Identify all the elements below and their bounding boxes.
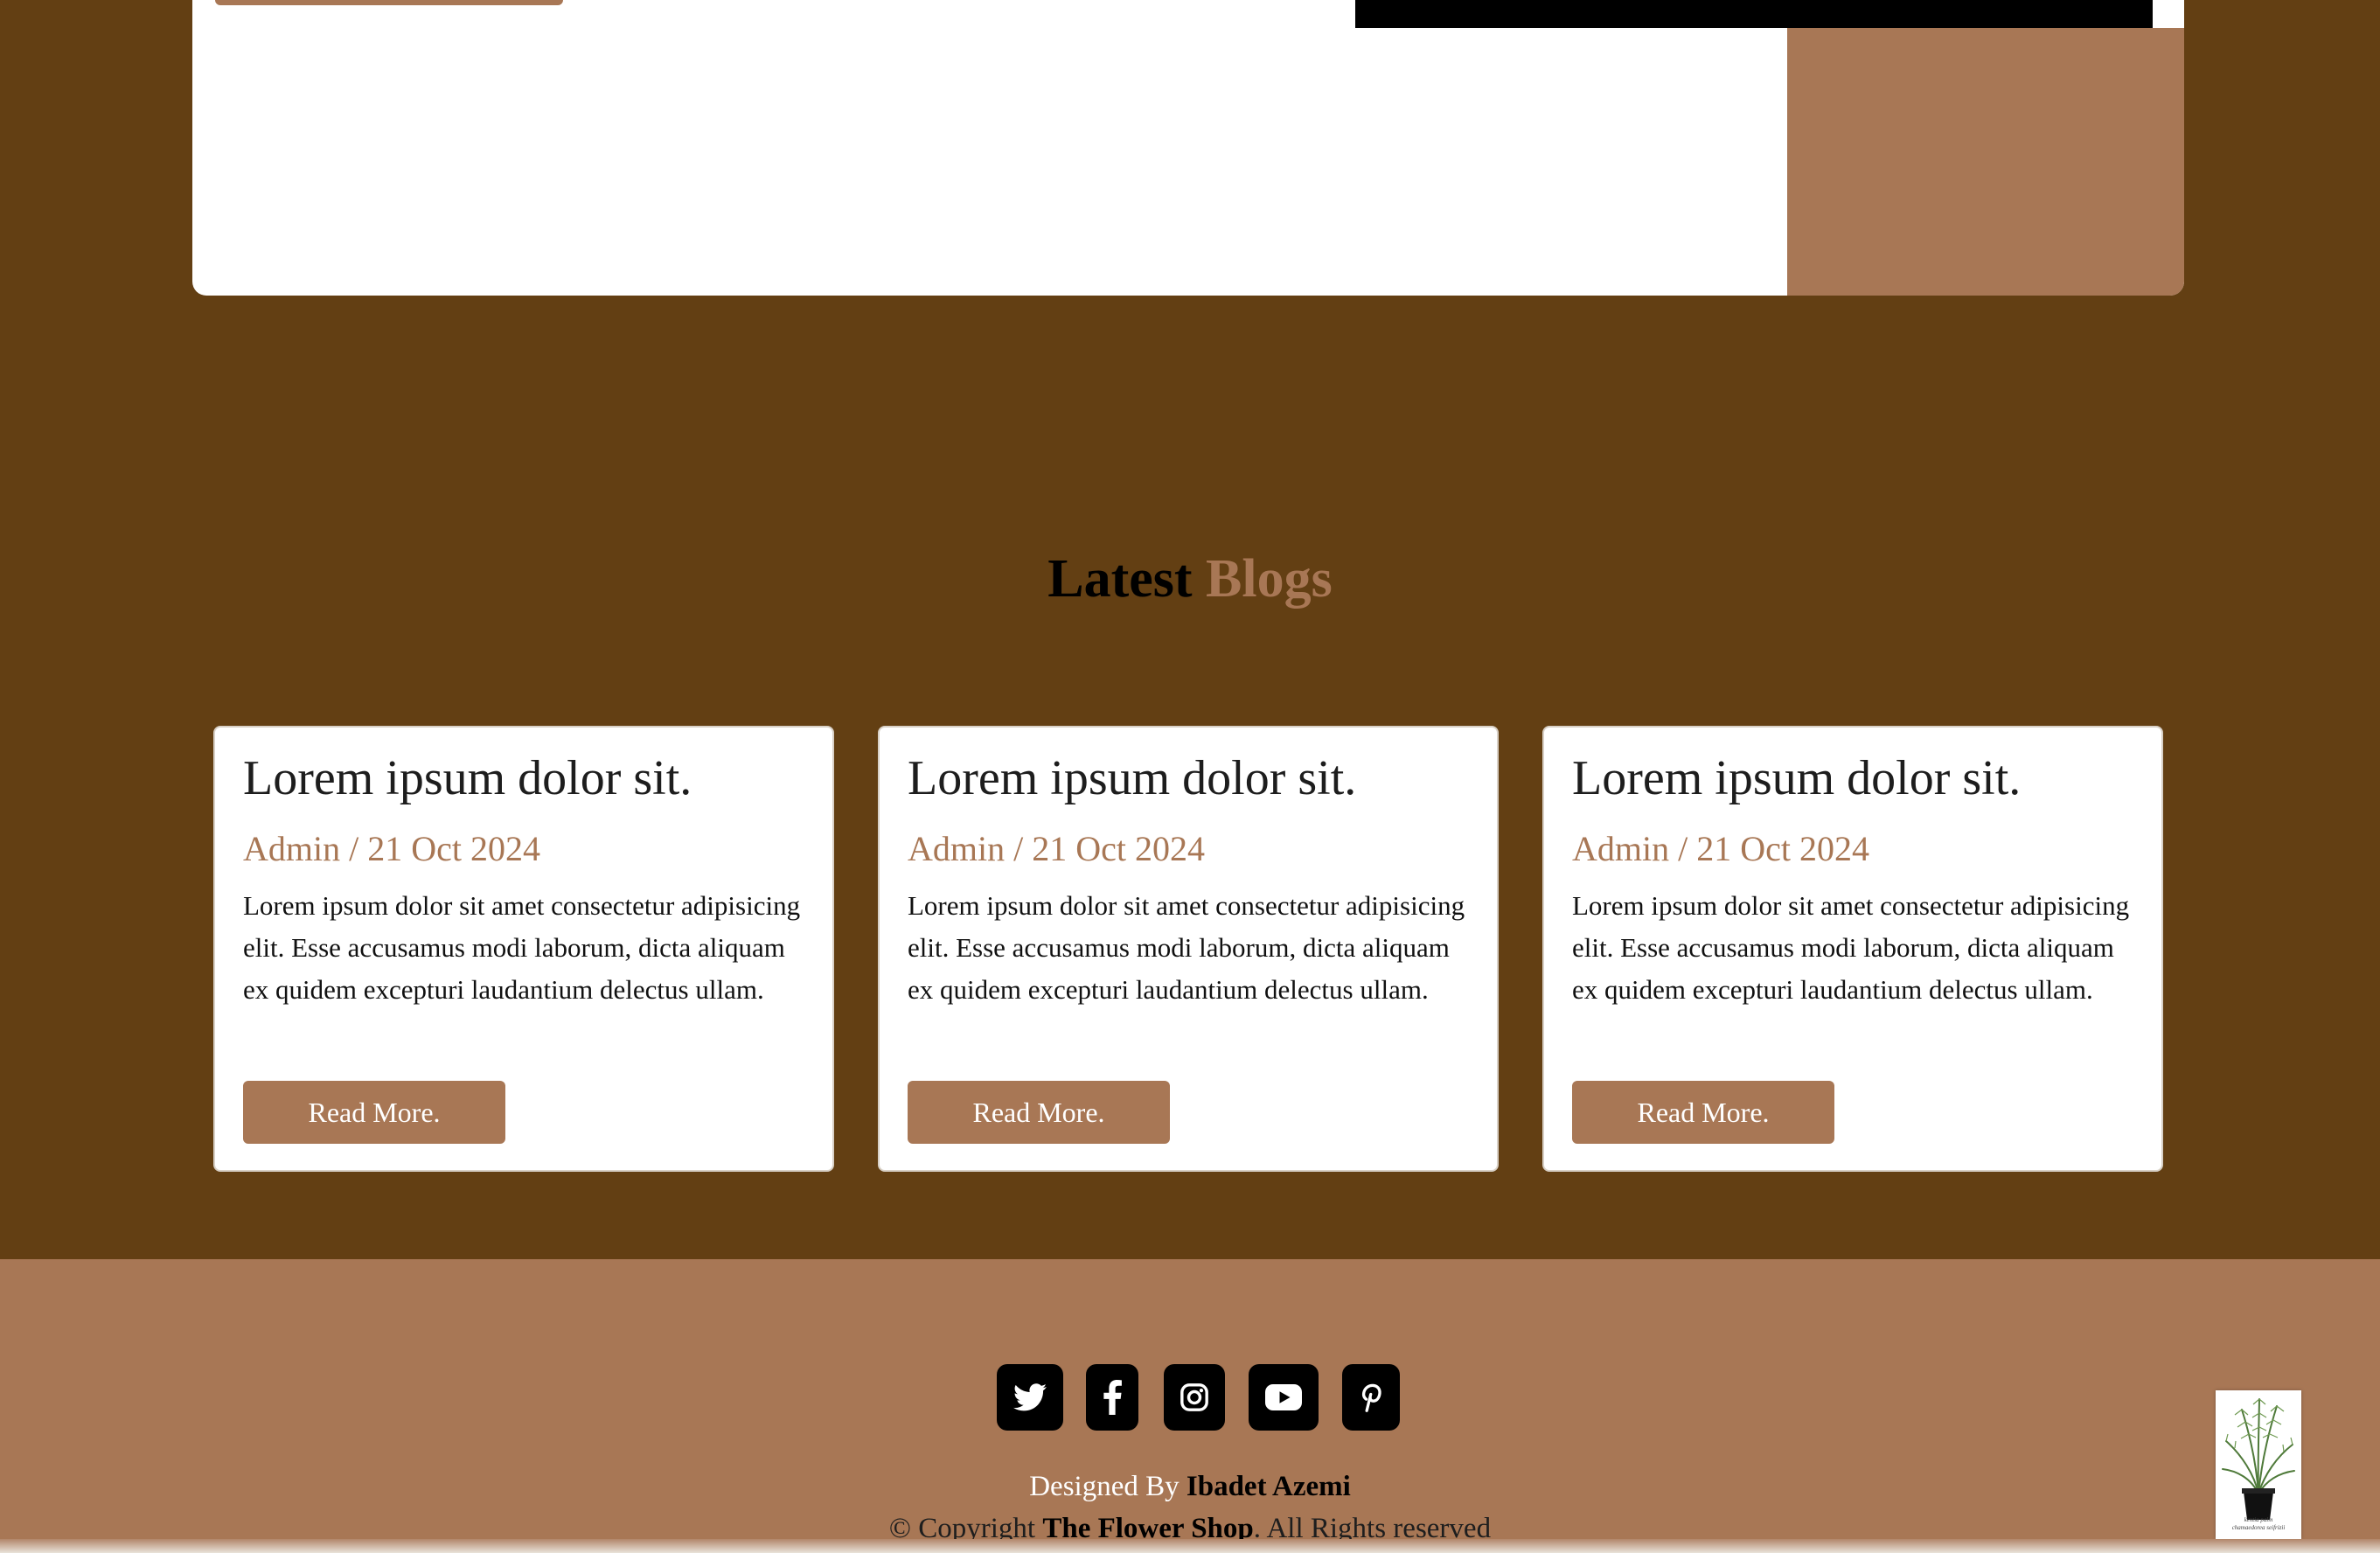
read-more-button[interactable]: Read More. bbox=[243, 1081, 505, 1144]
instagram-link[interactable] bbox=[1164, 1364, 1225, 1431]
contact-card bbox=[192, 0, 2184, 296]
youtube-link[interactable] bbox=[1249, 1364, 1319, 1431]
social-links bbox=[0, 1364, 2380, 1431]
designer-name: Ibadet Azemi bbox=[1186, 1471, 1351, 1502]
pinterest-link[interactable] bbox=[1342, 1364, 1400, 1431]
designed-by-line: Designed By Ibadet Azemi bbox=[0, 1466, 2380, 1508]
read-more-button[interactable]: Read More. bbox=[1572, 1081, 1834, 1144]
potted-palm-icon bbox=[2222, 1398, 2295, 1520]
youtube-icon bbox=[1265, 1384, 1302, 1410]
bottom-strip bbox=[0, 1539, 2380, 1553]
instagram-icon bbox=[1180, 1383, 1208, 1411]
blog-excerpt: Lorem ipsum dolor sit amet consectetur a… bbox=[908, 890, 1465, 1005]
section-title-word-2: Blogs bbox=[1206, 549, 1333, 609]
map-embed[interactable] bbox=[1355, 0, 2153, 28]
section-title: Latest Blogs bbox=[0, 544, 2380, 614]
blog-meta: Admin / 21 Oct 2024 bbox=[908, 829, 1205, 868]
blog-card: Lorem ipsum dolor sit. Admin / 21 Oct 20… bbox=[213, 726, 834, 1172]
twitter-icon bbox=[1013, 1383, 1047, 1411]
blog-title: Lorem ipsum dolor sit. bbox=[1572, 751, 2022, 805]
facebook-link[interactable] bbox=[1086, 1364, 1138, 1431]
blog-meta: Admin / 21 Oct 2024 bbox=[243, 829, 540, 868]
blog-card: Lorem ipsum dolor sit. Admin / 21 Oct 20… bbox=[878, 726, 1499, 1172]
plant-caption-line-1: kentia palm bbox=[2244, 1516, 2273, 1523]
blog-excerpt: Lorem ipsum dolor sit amet consectetur a… bbox=[1572, 890, 2130, 1005]
footer: Designed By Ibadet Azemi © Copyright The… bbox=[0, 1259, 2380, 1553]
section-title-word-1: Latest bbox=[1047, 549, 1193, 609]
read-more-button[interactable]: Read More. bbox=[908, 1081, 1170, 1144]
pinterest-icon bbox=[1361, 1383, 1381, 1412]
blog-title: Lorem ipsum dolor sit. bbox=[908, 751, 1357, 805]
blog-card: Lorem ipsum dolor sit. Admin / 21 Oct 20… bbox=[1542, 726, 2163, 1172]
designed-by-label: Designed By bbox=[1029, 1471, 1180, 1502]
blog-excerpt: Lorem ipsum dolor sit amet consectetur a… bbox=[243, 890, 801, 1005]
plant-caption-line-2: chamaedorea seifrizii bbox=[2231, 1524, 2286, 1531]
submit-button[interactable] bbox=[215, 0, 563, 5]
contact-side-panel bbox=[1787, 28, 2184, 296]
plant-image[interactable]: kentia palm chamaedorea seifrizii bbox=[2216, 1390, 2301, 1539]
blog-title: Lorem ipsum dolor sit. bbox=[243, 751, 692, 805]
plant-caption: kentia palm chamaedorea seifrizii bbox=[2216, 1516, 2301, 1532]
facebook-icon bbox=[1103, 1380, 1122, 1415]
blog-meta: Admin / 21 Oct 2024 bbox=[1572, 829, 1869, 868]
footer-credits: Designed By Ibadet Azemi © Copyright The… bbox=[0, 1466, 2380, 1550]
twitter-link[interactable] bbox=[997, 1364, 1063, 1431]
